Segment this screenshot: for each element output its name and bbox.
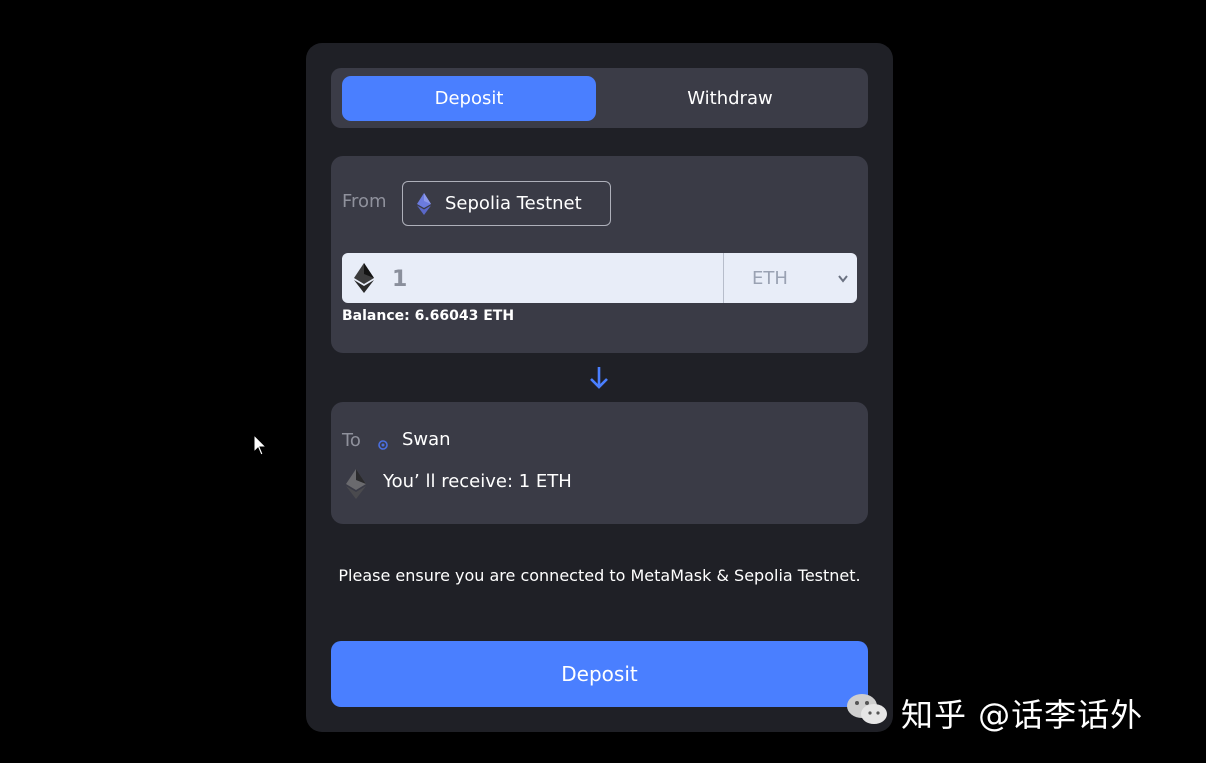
bridge-card: Deposit Withdraw From Sepolia Testnet 1 …: [306, 43, 893, 732]
ethereum-icon: [417, 192, 431, 215]
tab-bar: Deposit Withdraw: [331, 68, 868, 128]
to-network-name: Swan: [402, 429, 451, 450]
watermark-text: 知乎 @话李话外: [901, 696, 1144, 734]
token-select[interactable]: ETH: [723, 253, 857, 303]
wechat-icon: [845, 691, 889, 735]
arrow-down-icon: [588, 365, 610, 395]
deposit-button[interactable]: Deposit: [331, 641, 868, 707]
tab-withdraw[interactable]: Withdraw: [603, 76, 857, 121]
from-panel: From Sepolia Testnet ETH: [331, 156, 868, 353]
connection-notice: Please ensure you are connected to MetaM…: [338, 566, 861, 585]
from-network-name: Sepolia Testnet: [445, 193, 582, 214]
token-select-value: ETH: [752, 267, 788, 289]
tab-deposit[interactable]: Deposit: [342, 76, 596, 121]
to-label: To: [342, 430, 361, 451]
watermark: 知乎 @话李话外: [845, 690, 1143, 736]
to-panel: To Swan You’ ll receive: 1 ETH: [331, 402, 868, 524]
eth-token-icon: [354, 263, 374, 297]
from-label: From: [342, 191, 387, 212]
amount-input[interactable]: [382, 253, 724, 303]
balance-text: Balance: 6.66043 ETH: [342, 308, 515, 324]
swan-network-icon: [378, 435, 388, 454]
mouse-cursor-icon: [253, 433, 268, 460]
amount-row: ETH: [342, 253, 857, 303]
eth-token-icon: [346, 469, 366, 503]
chevron-down-icon: [837, 270, 849, 291]
from-network-selector[interactable]: Sepolia Testnet: [402, 181, 611, 226]
receive-amount-text: You’ ll receive: 1 ETH: [383, 471, 572, 492]
